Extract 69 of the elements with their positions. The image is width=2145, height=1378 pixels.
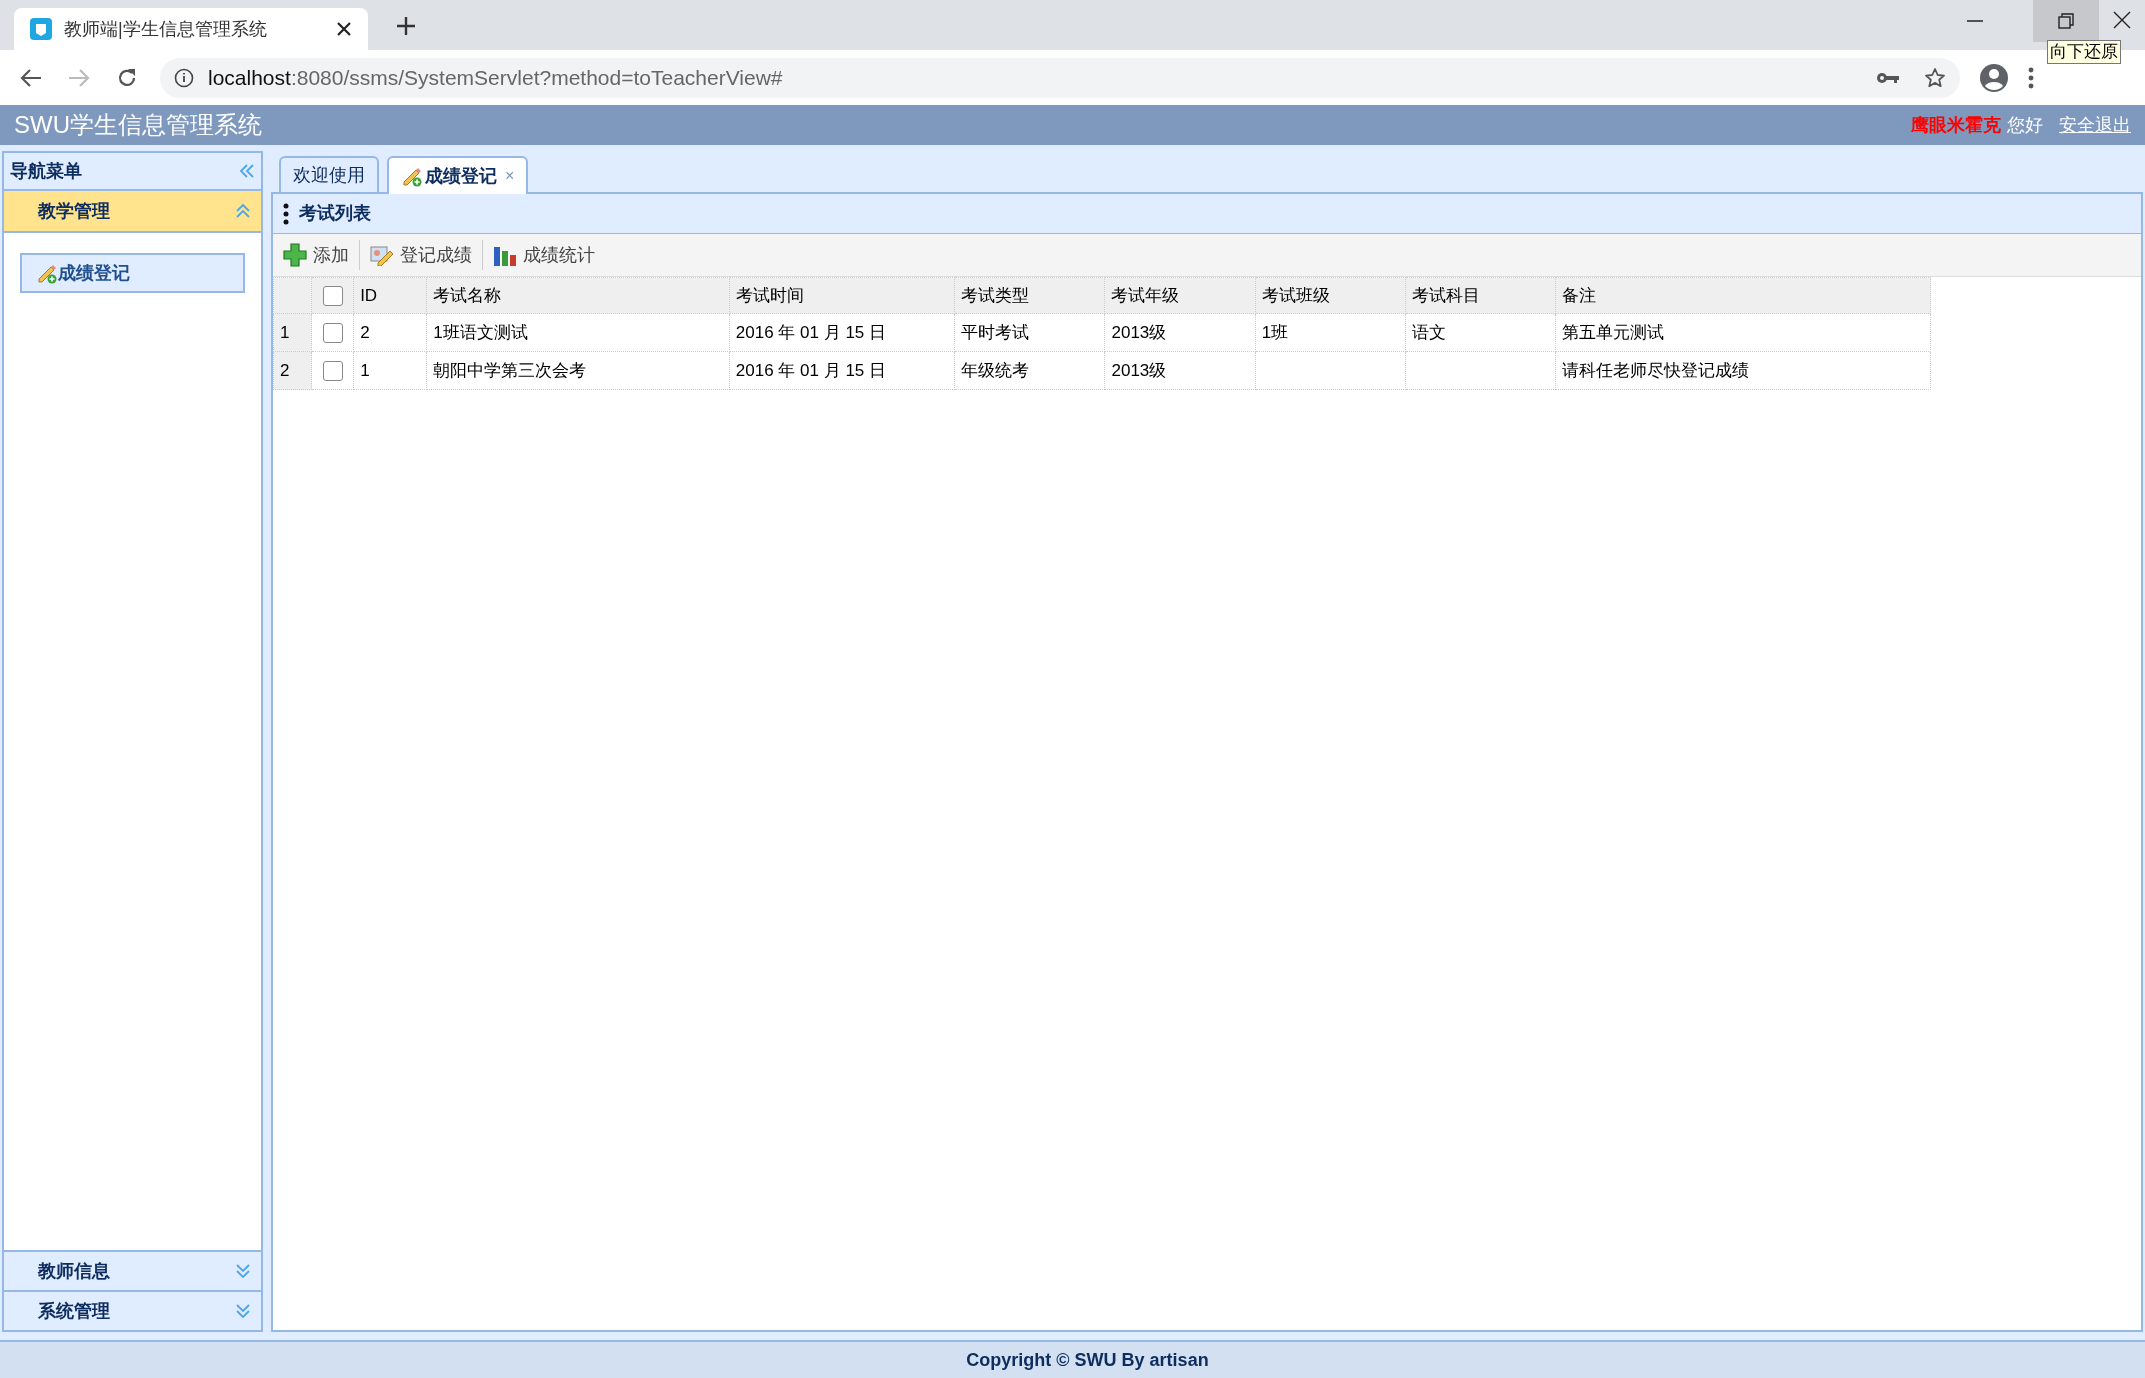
column-header: 考试类型 xyxy=(954,277,1105,314)
checkbox[interactable] xyxy=(322,360,343,381)
table-cell: 语文 xyxy=(1412,322,1446,342)
profile-icon[interactable] xyxy=(1980,63,2008,92)
back-icon[interactable] xyxy=(20,67,42,88)
accordion-header[interactable]: 教学管理 xyxy=(4,191,261,233)
new-tab-icon[interactable] xyxy=(396,16,416,36)
tooltip: 向下还原 xyxy=(2047,40,2121,64)
collapse-icon xyxy=(235,203,251,219)
checkbox[interactable] xyxy=(322,285,343,306)
pencil-icon xyxy=(36,262,58,284)
reload-icon[interactable] xyxy=(116,66,138,89)
drag-handle-icon xyxy=(283,202,289,225)
bar-chart-icon xyxy=(493,244,517,266)
tab[interactable]: 欢迎使用 xyxy=(279,156,379,192)
key-icon[interactable] xyxy=(1876,70,1900,85)
panel-title: 考试列表 xyxy=(299,202,371,225)
table-cell: 2016 年 01 月 15 日 xyxy=(735,360,887,380)
column-header: 考试名称 xyxy=(426,277,730,314)
row-number: 1 xyxy=(273,313,312,352)
column-header: 考试时间 xyxy=(729,277,955,314)
plus-icon xyxy=(283,243,307,267)
accordion-header[interactable]: 系统管理 xyxy=(4,1290,261,1330)
table-cell: 第五单元测试 xyxy=(1562,322,1665,342)
table-cell: 平时考试 xyxy=(961,322,1030,342)
table-cell: 请科任老师尽快登记成绩 xyxy=(1562,360,1750,380)
column-header: 考试班级 xyxy=(1255,277,1406,314)
address-bar[interactable]: localhost:8080/ssms/SystemServlet?method=toTeacherView# xyxy=(160,57,1960,98)
close-icon[interactable] xyxy=(336,21,352,37)
table-cell: 2013级 xyxy=(1111,322,1167,342)
table-cell: 年级统考 xyxy=(961,360,1030,380)
row-number: 2 xyxy=(273,351,312,390)
table-cell: 2016 年 01 月 15 日 xyxy=(735,322,887,342)
url-text: localhost:8080/ssms/SystemServlet?method=toTeacherView# xyxy=(208,64,783,91)
table-cell: 1班 xyxy=(1261,322,1289,342)
toolbar-button[interactable]: 添加 xyxy=(279,238,353,272)
column-header: ID xyxy=(353,277,427,314)
tab[interactable]: 成绩登记 × xyxy=(387,156,529,194)
expand-icon xyxy=(235,1303,251,1319)
sidebar-item[interactable]: 成绩登记 xyxy=(20,253,245,293)
toolbar-button[interactable]: 登记成绩 xyxy=(366,238,476,272)
app-title: SWU学生信息管理系统 xyxy=(14,110,262,140)
image-pencil-icon xyxy=(370,244,394,266)
table-cell: 1 xyxy=(360,360,370,380)
toolbar-button[interactable]: 成绩统计 xyxy=(489,238,599,272)
info-icon xyxy=(174,67,194,88)
user-name: 鹰眼米霍克 xyxy=(1911,113,2001,137)
sidebar-title: 导航菜单 xyxy=(10,159,82,183)
close-icon[interactable] xyxy=(2113,11,2131,29)
star-icon[interactable] xyxy=(1924,66,1946,89)
greeting-text: 您好 xyxy=(2007,113,2043,137)
table-cell: 2 xyxy=(360,322,370,342)
footer-text: Copyright © SWU By artisan xyxy=(965,1348,1209,1372)
column-header: 考试科目 xyxy=(1405,277,1556,314)
app-icon xyxy=(30,18,52,40)
column-header: 备注 xyxy=(1555,277,1931,314)
table-cell: 朝阳中学第三次会考 xyxy=(433,360,587,380)
column-header: 考试年级 xyxy=(1104,277,1256,314)
restore-icon xyxy=(2058,13,2074,29)
pencil-icon xyxy=(401,165,423,187)
tab-title: 教师端|学生信息管理系统 xyxy=(64,17,268,41)
browser-tab[interactable]: 教师端|学生信息管理系统 xyxy=(14,8,368,50)
restore-button[interactable] xyxy=(2033,0,2099,42)
table-cell: 2013级 xyxy=(1111,360,1167,380)
accordion-header[interactable]: 教师信息 xyxy=(4,1250,261,1290)
table-cell: 1班语文测试 xyxy=(433,322,528,342)
menu-icon[interactable] xyxy=(2028,66,2034,89)
expand-icon xyxy=(235,1263,251,1279)
checkbox[interactable] xyxy=(322,322,343,343)
